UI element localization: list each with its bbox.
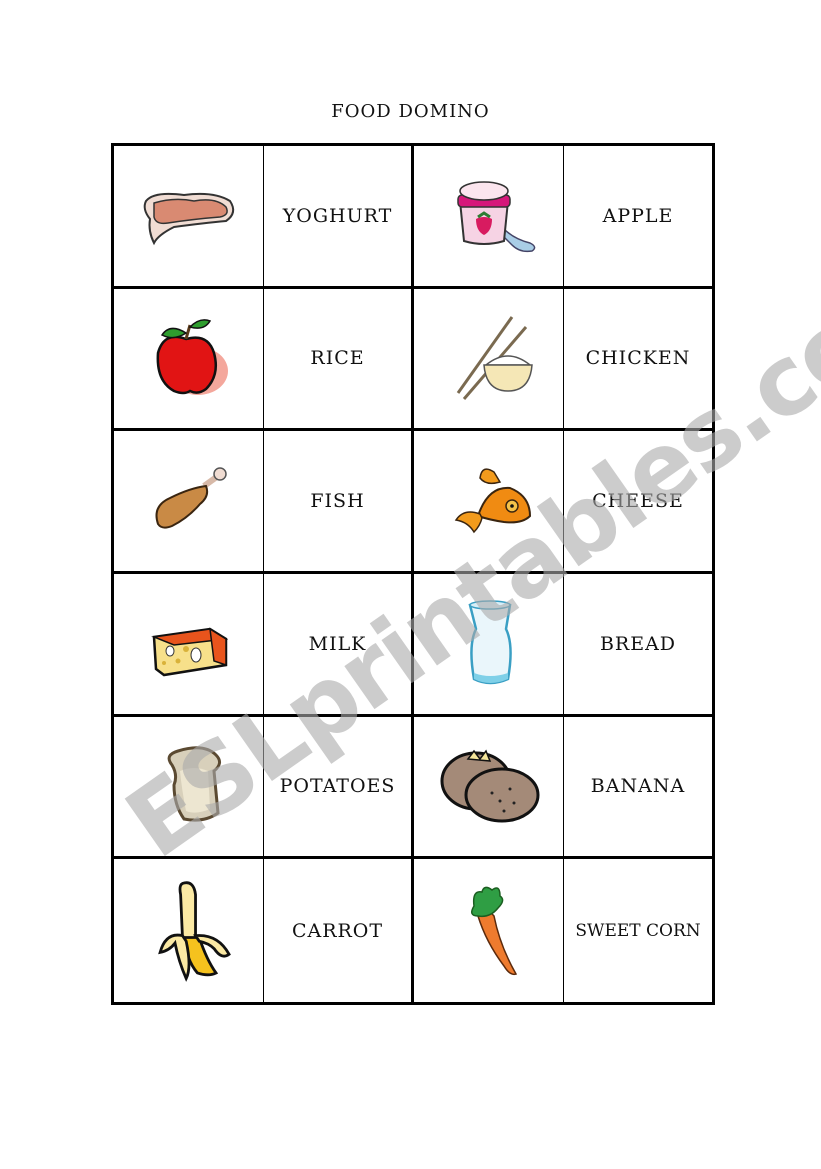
domino-word: YOGHURT	[282, 204, 393, 227]
domino-word: CHICKEN	[585, 347, 691, 370]
domino-word: MILK	[308, 632, 367, 655]
domino-word-cell: RICE	[264, 288, 414, 429]
domino-word-cell: FISH	[264, 431, 414, 571]
apple-icon	[156, 319, 228, 396]
domino-image-cell	[114, 288, 264, 429]
domino-word-cell: BREAD	[564, 574, 712, 714]
domino-word-cell: BANANA	[564, 717, 712, 857]
domino-word-cell: YOGHURT	[264, 146, 414, 286]
cheese-icon	[150, 627, 228, 677]
milk-glass-icon	[467, 600, 512, 685]
domino-word: BREAD	[599, 632, 677, 655]
domino-word: FISH	[310, 490, 365, 513]
domino-word-cell: APPLE	[564, 146, 712, 286]
domino-word-cell: MILK	[264, 574, 414, 714]
domino-image-cell	[114, 859, 264, 1002]
domino-row: MILK BREAD	[114, 574, 712, 717]
domino-row: YOGHURT APPLE	[114, 146, 712, 289]
domino-row: RICE CHICKEN	[114, 288, 712, 432]
domino-table: YOGHURT APPLE RICE CHICKEN FISH CHEESE M…	[111, 143, 715, 1005]
domino-word-cell: POTATOES	[264, 716, 414, 857]
domino-row: FISH CHEESE	[114, 431, 712, 574]
domino-word-cell: CHICKEN	[564, 289, 712, 429]
domino-image-cell	[414, 431, 564, 571]
domino-image-cell	[414, 574, 564, 714]
domino-image-cell	[414, 146, 564, 286]
domino-word: CHEESE	[592, 490, 684, 513]
domino-word: RICE	[310, 347, 365, 370]
domino-image-cell	[414, 716, 564, 857]
domino-image-cell	[414, 288, 564, 429]
fish-icon	[454, 468, 531, 534]
domino-image-cell	[114, 716, 264, 857]
yoghurt-icon	[456, 181, 535, 252]
domino-word: POTATOES	[279, 775, 396, 798]
carrot-icon	[470, 886, 517, 975]
domino-image-cell	[114, 431, 264, 571]
domino-word-cell: CARROT	[264, 859, 414, 1002]
domino-image-cell	[114, 146, 264, 286]
domino-row: POTATOES BANANA	[114, 716, 712, 860]
meat-steak-icon	[143, 192, 234, 246]
domino-word: CARROT	[291, 919, 384, 942]
banana-icon	[157, 881, 231, 982]
domino-word: APPLE	[602, 204, 674, 227]
domino-row: CARROT SWEET CORN	[114, 859, 712, 1002]
domino-word: BANANA	[590, 775, 686, 798]
rice-bowl-chopsticks-icon	[456, 316, 533, 401]
chicken-leg-icon	[155, 467, 227, 529]
domino-image-cell	[414, 859, 564, 1002]
page-title: FOOD DOMINO	[331, 101, 490, 122]
domino-image-cell	[114, 574, 264, 714]
domino-word-cell: SWEET CORN	[564, 859, 712, 1002]
bread-slice-icon	[167, 746, 221, 823]
potatoes-icon	[440, 749, 539, 823]
domino-word: SWEET CORN	[575, 920, 701, 941]
domino-word-cell: CHEESE	[564, 431, 712, 571]
